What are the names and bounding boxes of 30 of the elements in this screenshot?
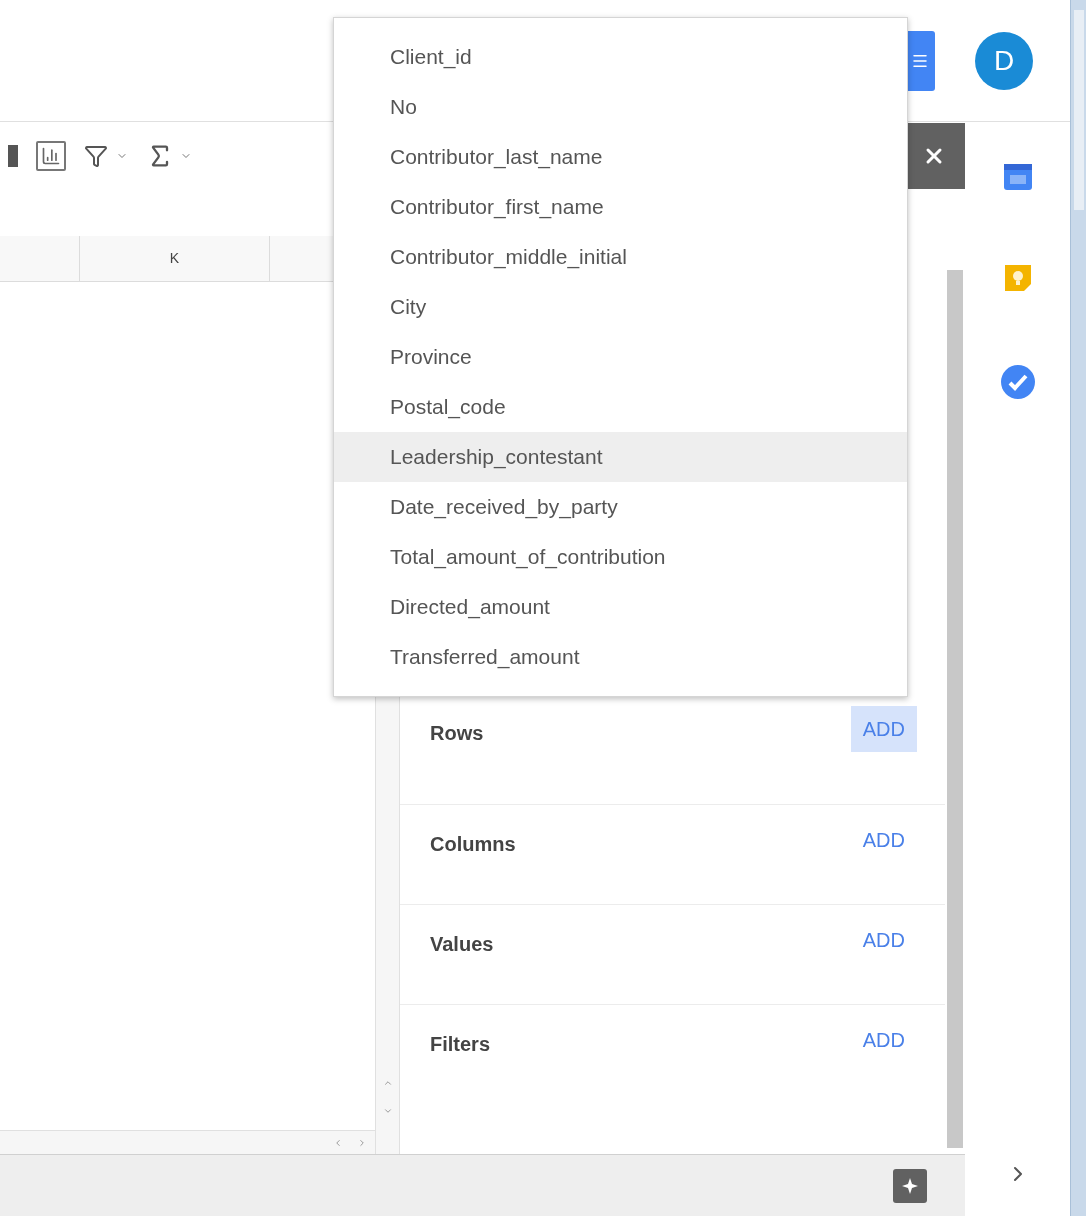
explore-icon[interactable] bbox=[893, 1168, 927, 1203]
scrollbar-thumb[interactable] bbox=[947, 270, 963, 1148]
menu-item[interactable]: Contributor_middle_initial bbox=[334, 232, 907, 282]
menu-item[interactable]: Transferred_amount bbox=[334, 632, 907, 682]
page-scrollbar-thumb[interactable] bbox=[1073, 10, 1084, 210]
horizontal-scrollbar[interactable] bbox=[0, 1130, 375, 1154]
scroll-up-icon[interactable] bbox=[382, 1078, 393, 1088]
section-label: Values bbox=[430, 932, 494, 957]
menu-item[interactable]: Client_id bbox=[334, 32, 907, 82]
menu-item[interactable]: Leadership_contestant bbox=[334, 432, 907, 482]
section-label: Filters bbox=[430, 1032, 491, 1057]
menu-item[interactable]: Province bbox=[334, 332, 907, 382]
calendar-icon[interactable] bbox=[1001, 162, 1034, 192]
menu-item[interactable]: Postal_code bbox=[334, 382, 907, 432]
menu-item[interactable]: Total_amount_of_contribution bbox=[334, 532, 907, 582]
menu-item[interactable]: Date_received_by_party bbox=[334, 482, 907, 532]
scroll-down-icon[interactable] bbox=[382, 1106, 393, 1116]
scroll-right-icon[interactable] bbox=[357, 1137, 367, 1148]
filter-icon[interactable] bbox=[84, 144, 108, 168]
section-label: Columns bbox=[430, 832, 516, 857]
menu-item[interactable]: No bbox=[334, 82, 907, 132]
section-label: Rows bbox=[430, 721, 484, 746]
menu-item[interactable]: Contributor_first_name bbox=[334, 182, 907, 232]
menu-item[interactable]: Directed_amount bbox=[334, 582, 907, 632]
menu-item[interactable]: Contributor_last_name bbox=[334, 132, 907, 182]
user-avatar[interactable]: D bbox=[975, 31, 1033, 90]
chart-icon[interactable] bbox=[36, 141, 66, 171]
menu-item[interactable]: City bbox=[334, 282, 907, 332]
check-icon[interactable] bbox=[999, 364, 1036, 400]
scroll-left-icon[interactable] bbox=[333, 1137, 343, 1148]
